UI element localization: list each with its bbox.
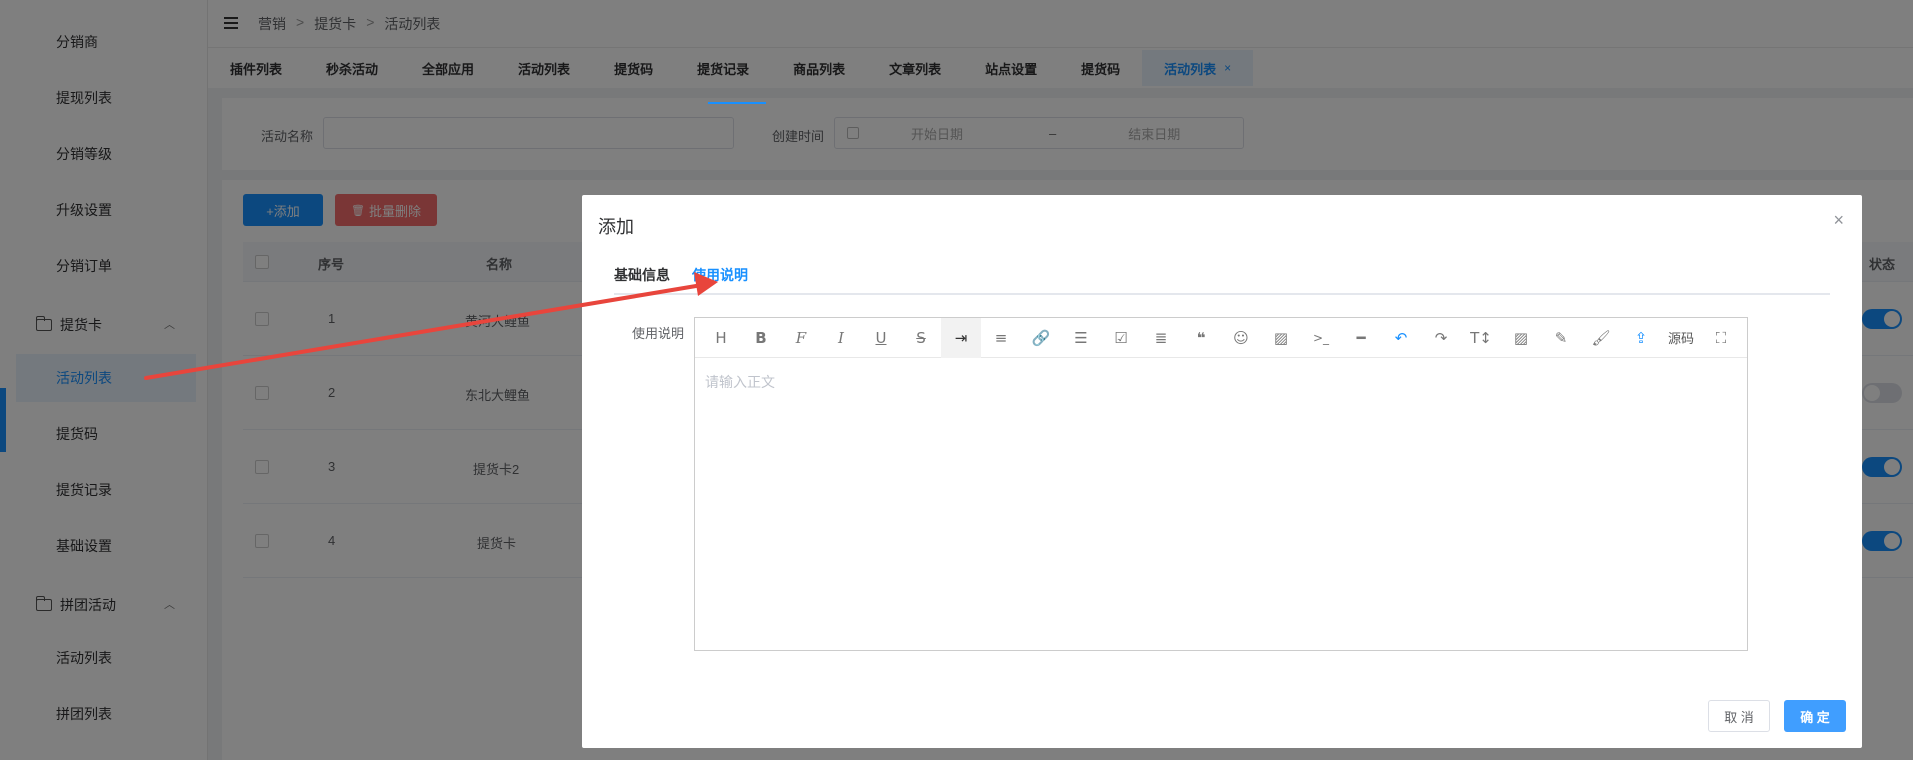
editor-toolbar: H B F I U S ⇥ ≡ 🔗 ☰ ☑ ≣ ❝ ☺ ▨ >_ ━ ↶ ↷ T… [695, 317, 1747, 358]
todo-checkbox-icon[interactable]: ☑ [1101, 318, 1141, 358]
dialog-title: 添加 [598, 217, 634, 237]
tab-usage-instructions[interactable]: 使用说明 [692, 265, 748, 285]
dialog-tabs: 基础信息 使用说明 [614, 265, 1830, 295]
list-icon[interactable]: ☰ [1061, 318, 1101, 358]
image-upload-icon[interactable]: ▨ [1501, 318, 1541, 358]
redo-icon[interactable]: ↷ [1421, 318, 1461, 358]
editor-content[interactable]: 请输入正文 [705, 372, 775, 392]
underline-icon[interactable]: U [861, 318, 901, 358]
tab-basic-info[interactable]: 基础信息 [614, 265, 670, 285]
bold-icon[interactable]: B [741, 318, 781, 358]
heading-icon[interactable]: H [701, 318, 741, 358]
link-icon[interactable]: 🔗 [1021, 318, 1061, 358]
rich-text-editor: H B F I U S ⇥ ≡ 🔗 ☰ ☑ ≣ ❝ ☺ ▨ >_ ━ ↶ ↷ T… [694, 317, 1748, 651]
confirm-button[interactable]: 确 定 [1784, 700, 1846, 732]
image-icon[interactable]: ▨ [1261, 318, 1301, 358]
emoji-icon[interactable]: ☺ [1221, 318, 1261, 358]
source-code-button[interactable]: 源码 [1661, 318, 1701, 358]
active-tab-underline [708, 102, 766, 104]
justify-icon[interactable]: ≣ [1141, 318, 1181, 358]
line-height-icon[interactable]: ≡ [981, 318, 1021, 358]
font-size-icon[interactable]: T↕ [1461, 318, 1501, 358]
upload-icon[interactable]: ⇪ [1621, 318, 1661, 358]
eraser-icon[interactable]: ✎ [1541, 318, 1581, 358]
indent-icon[interactable]: ⇥ [941, 317, 981, 358]
code-icon[interactable]: >_ [1301, 318, 1341, 358]
divider-icon[interactable]: ━ [1341, 318, 1381, 358]
font-family-icon[interactable]: F [781, 318, 821, 358]
add-dialog: 添加 × 基础信息 使用说明 使用说明 H B F I U S ⇥ ≡ 🔗 ☰ … [582, 195, 1862, 748]
cancel-button[interactable]: 取 消 [1708, 700, 1770, 732]
brush-icon[interactable]: 🖌 [1581, 318, 1621, 358]
italic-icon[interactable]: I [821, 318, 861, 358]
quote-icon[interactable]: ❝ [1181, 318, 1221, 358]
usage-instructions-label: 使用说明 [632, 326, 685, 341]
undo-icon[interactable]: ↶ [1381, 318, 1421, 358]
close-icon[interactable]: × [1833, 211, 1844, 229]
strikethrough-icon[interactable]: S [901, 318, 941, 358]
fullscreen-icon[interactable]: ⛶ [1701, 318, 1741, 358]
